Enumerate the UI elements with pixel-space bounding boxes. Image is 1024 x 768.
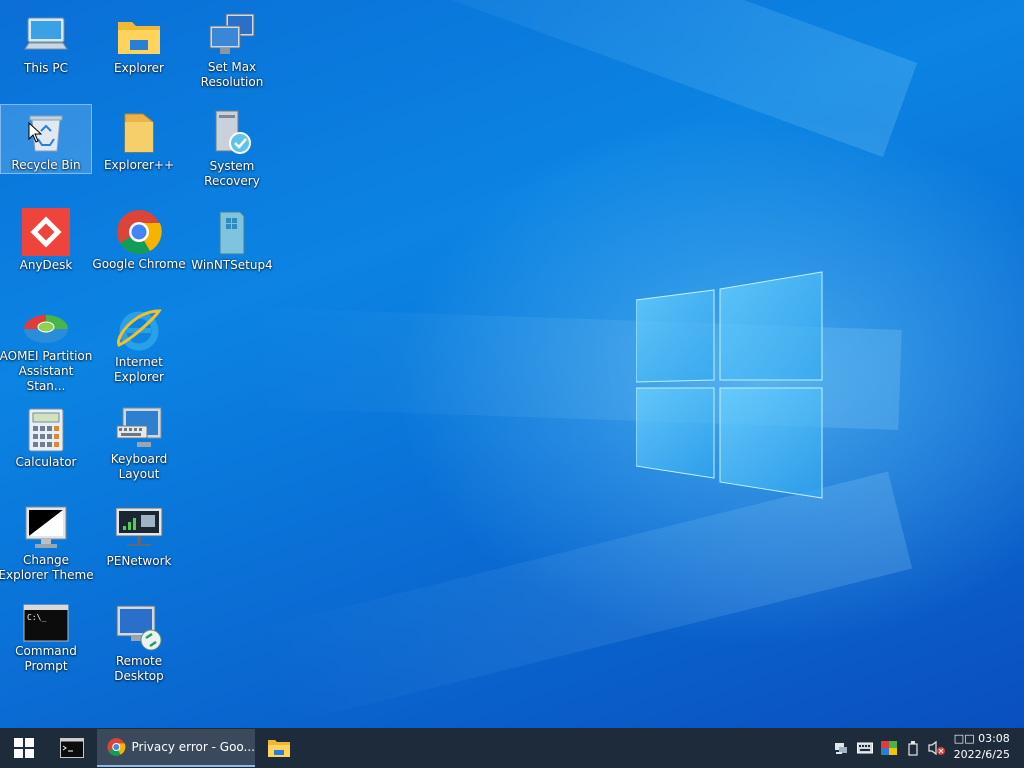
tray-usb[interactable] — [907, 740, 919, 756]
folder-icon — [115, 109, 163, 156]
desktop-icon-set-max-resolution[interactable]: Set Max Resolution — [187, 8, 277, 89]
start-button[interactable] — [0, 728, 48, 768]
taskbar: Privacy error - Goo... □□ 03:08 2022/6/2… — [0, 728, 1024, 768]
desktop-icon-penetwork[interactable]: PENetwork — [94, 501, 184, 569]
chrome-icon — [107, 738, 126, 756]
aomei-partition-icon — [22, 307, 70, 347]
tray-volume[interactable] — [928, 740, 946, 756]
desktop-icon-explorer-plus-plus[interactable]: Explorer++ — [94, 105, 184, 173]
desktop-icon-aomei[interactable]: AOMEI Partition Assistant Stan... — [0, 303, 92, 393]
icon-label: Internet Explorer — [114, 355, 164, 384]
ime-indicator: □□ — [953, 732, 975, 745]
internet-explorer-icon — [115, 307, 163, 353]
tray-network[interactable] — [834, 740, 848, 756]
desktop-icon-command-prompt[interactable]: C:\_ Command Prompt — [1, 600, 91, 673]
this-pc-icon — [22, 12, 70, 59]
icon-label: Recycle Bin — [11, 158, 81, 172]
desktop-icon-recycle-bin[interactable]: Recycle Bin — [0, 104, 92, 174]
tray-keyboard[interactable] — [857, 740, 873, 756]
desktop-icon-remote-desktop[interactable]: Remote Desktop — [94, 600, 184, 683]
icon-label: WinNTSetup4 — [191, 258, 273, 272]
windows-logo-wallpaper — [636, 271, 823, 499]
desktop-icon-google-chrome[interactable]: Google Chrome — [92, 204, 186, 272]
icon-label: Google Chrome — [92, 257, 186, 271]
network-monitor-icon — [115, 505, 163, 552]
chrome-icon — [115, 208, 163, 255]
desktop-icon-anydesk[interactable]: AnyDesk — [1, 204, 91, 272]
tray-display[interactable] — [881, 740, 897, 756]
desktop-icon-winntsetup4[interactable]: WinNTSetup4 — [187, 204, 277, 272]
light-beam — [257, 471, 913, 726]
icon-label: Remote Desktop — [114, 654, 164, 683]
icon-label: AnyDesk — [19, 258, 73, 272]
desktop-icon-keyboard-layout[interactable]: Keyboard Layout — [94, 402, 184, 481]
command-prompt-icon: C:\_ — [22, 604, 70, 642]
desktop-icon-explorer[interactable]: Explorer — [94, 8, 184, 76]
network-icon — [835, 743, 847, 754]
desktop-icon-this-pc[interactable]: This PC — [1, 8, 91, 76]
monitor-theme-icon — [22, 505, 70, 551]
desktop[interactable]: This PC Recycle Bin AnyDesk AOMEI Partit… — [0, 0, 1024, 728]
keyboard-monitor-icon — [115, 406, 163, 450]
icon-label: PENetwork — [106, 554, 172, 568]
desktop-icon-change-explorer-theme[interactable]: Change Explorer Theme — [0, 501, 94, 582]
anydesk-icon — [22, 208, 70, 256]
icon-label: Set Max Resolution — [200, 60, 264, 89]
taskbar-clock[interactable]: □□ 03:08 2022/6/25 — [954, 731, 1010, 763]
command-prompt-icon — [60, 738, 84, 758]
desktop-icon-system-recovery[interactable]: System Recovery — [187, 105, 277, 188]
desktop-icon-calculator[interactable]: Calculator — [1, 402, 91, 470]
clock-date: 2022/6/25 — [953, 748, 1010, 761]
calculator-icon — [22, 406, 70, 453]
clock-time: 03:08 — [978, 732, 1010, 745]
taskbar-file-explorer[interactable] — [258, 728, 300, 768]
icon-label: Command Prompt — [15, 644, 77, 673]
monitors-icon — [208, 12, 256, 58]
folder-icon — [115, 12, 163, 59]
usb-drive-icon — [908, 741, 918, 756]
light-beam — [272, 0, 918, 157]
keyboard-icon — [857, 742, 873, 754]
icon-label: Keyboard Layout — [110, 452, 168, 481]
icon-label: This PC — [24, 61, 68, 75]
system-recovery-icon — [208, 109, 256, 157]
icon-label: Explorer — [114, 61, 164, 75]
winntsetup-icon — [208, 208, 256, 256]
display-color-icon — [881, 741, 897, 755]
svg-text:C:\_: C:\_ — [27, 613, 46, 622]
taskbar-window-title: Privacy error - Goo... — [131, 740, 256, 754]
windows-start-icon — [14, 738, 34, 758]
icon-label: AOMEI Partition Assistant Stan... — [0, 349, 93, 393]
icon-label: System Recovery — [204, 159, 260, 188]
desktop-icon-internet-explorer[interactable]: Internet Explorer — [94, 303, 184, 384]
icon-label: Calculator — [15, 455, 77, 469]
folder-icon — [268, 740, 290, 757]
mouse-cursor-icon — [28, 122, 42, 143]
icon-label: Change Explorer Theme — [0, 553, 94, 582]
volume-muted-icon — [928, 740, 945, 756]
icon-label: Explorer++ — [103, 158, 175, 172]
taskbar-command-prompt[interactable] — [50, 728, 94, 768]
taskbar-chrome-window[interactable]: Privacy error - Goo... — [97, 729, 255, 767]
remote-desktop-icon — [115, 604, 163, 652]
